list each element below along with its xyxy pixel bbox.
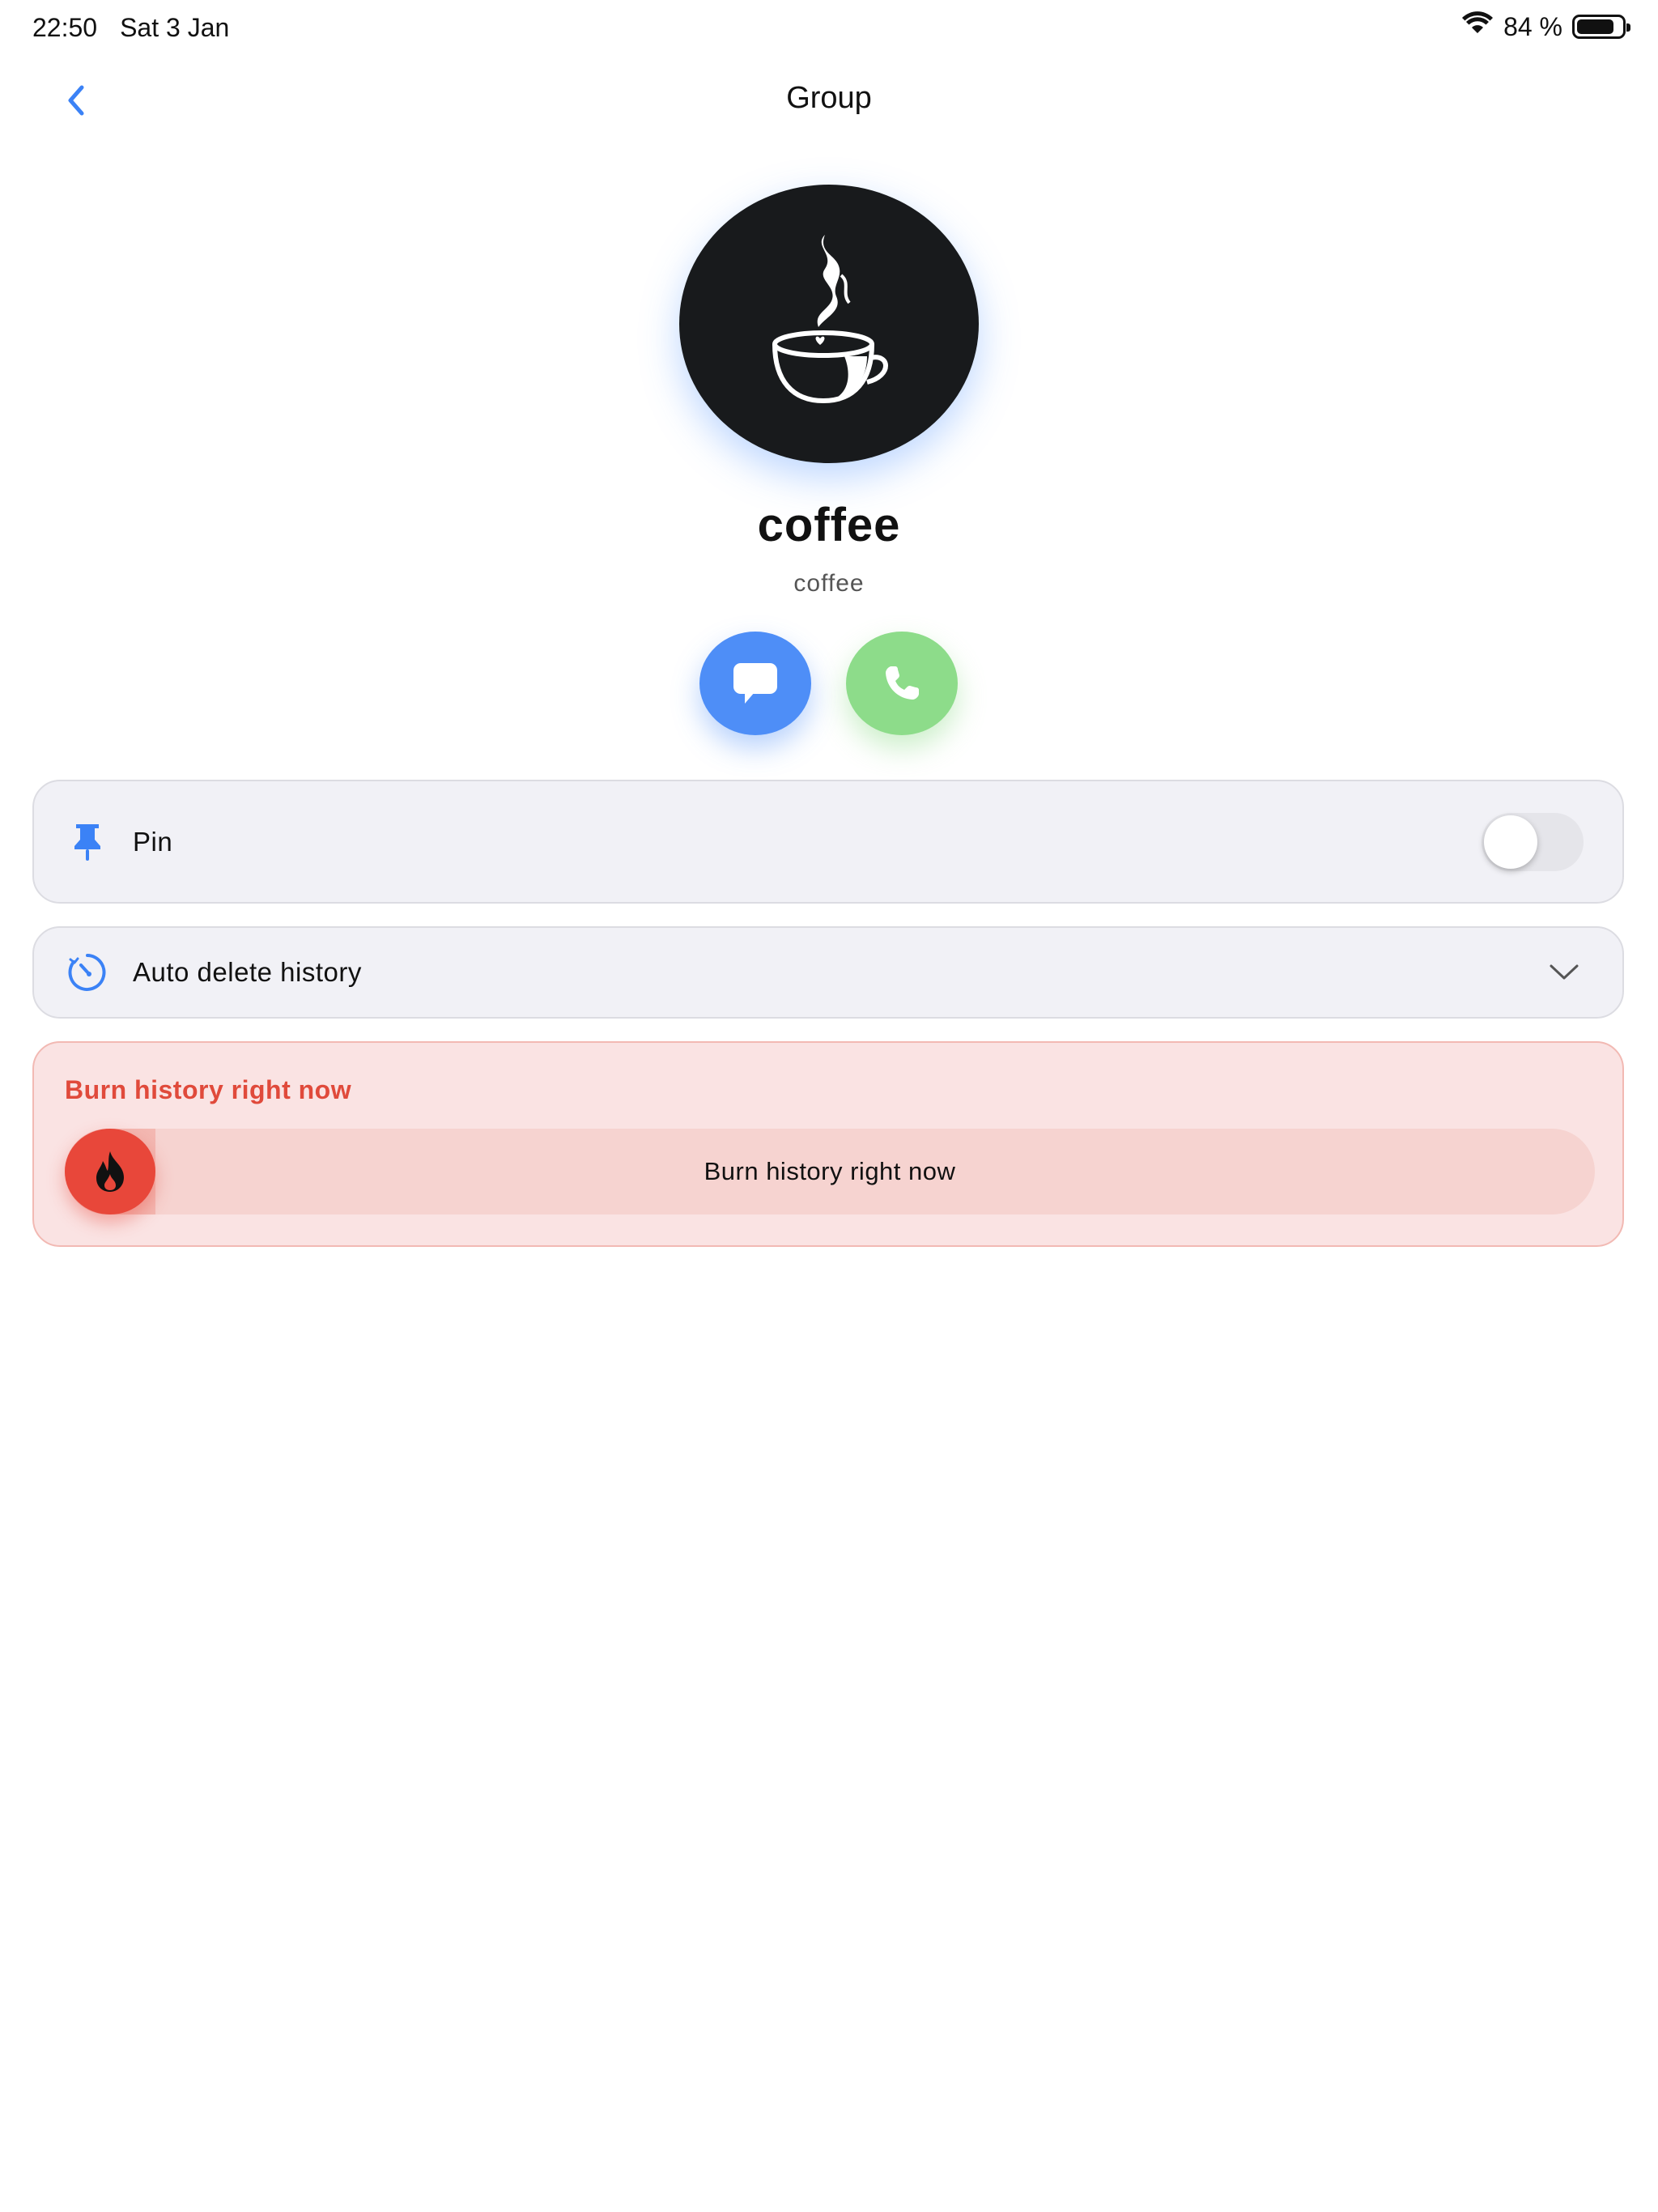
battery-icon (1572, 15, 1630, 39)
page-title: Group (786, 81, 872, 115)
avatar (679, 185, 979, 463)
wifi-icon (1461, 11, 1494, 42)
pin-row: Pin (32, 780, 1624, 904)
status-left: 22:50 Sat 3 Jan (32, 13, 229, 43)
pin-icon (66, 821, 108, 863)
status-right: 84 % (1461, 11, 1630, 42)
call-button[interactable] (846, 632, 958, 735)
chevron-down-icon[interactable] (1548, 956, 1580, 989)
group-info-screen: 22:50 Sat 3 Jan 84 % Group coffee coffee… (0, 0, 1658, 2212)
burn-history-slider[interactable]: Burn history right now (65, 1129, 1595, 1214)
phone-icon (886, 666, 919, 700)
auto-delete-label: Auto delete history (133, 957, 362, 987)
pin-toggle[interactable] (1482, 812, 1584, 871)
coffee-cup-icon (772, 235, 888, 404)
group-subtitle: coffee (793, 570, 865, 597)
auto-delete-row[interactable]: Auto delete history (32, 926, 1624, 1019)
group-name: coffee (757, 499, 901, 551)
chat-bubble-icon (733, 663, 777, 704)
battery-fill (1577, 19, 1614, 34)
status-bar: 22:50 Sat 3 Jan 84 % (0, 0, 1658, 58)
flame-icon (96, 1151, 124, 1192)
message-button[interactable] (699, 632, 811, 735)
burn-history-section: Burn history right now Burn history righ… (32, 1041, 1624, 1247)
battery-percent: 84 % (1503, 11, 1562, 41)
pin-label: Pin (133, 826, 173, 857)
pin-toggle-knob (1484, 815, 1537, 869)
timer-icon (66, 951, 108, 993)
burn-history-title: Burn history right now (65, 1075, 352, 1104)
status-time: 22:50 (32, 13, 98, 42)
burn-slider-label: Burn history right now (704, 1157, 956, 1185)
burn-slider-handle[interactable] (65, 1129, 155, 1214)
status-date: Sat 3 Jan (120, 13, 230, 42)
